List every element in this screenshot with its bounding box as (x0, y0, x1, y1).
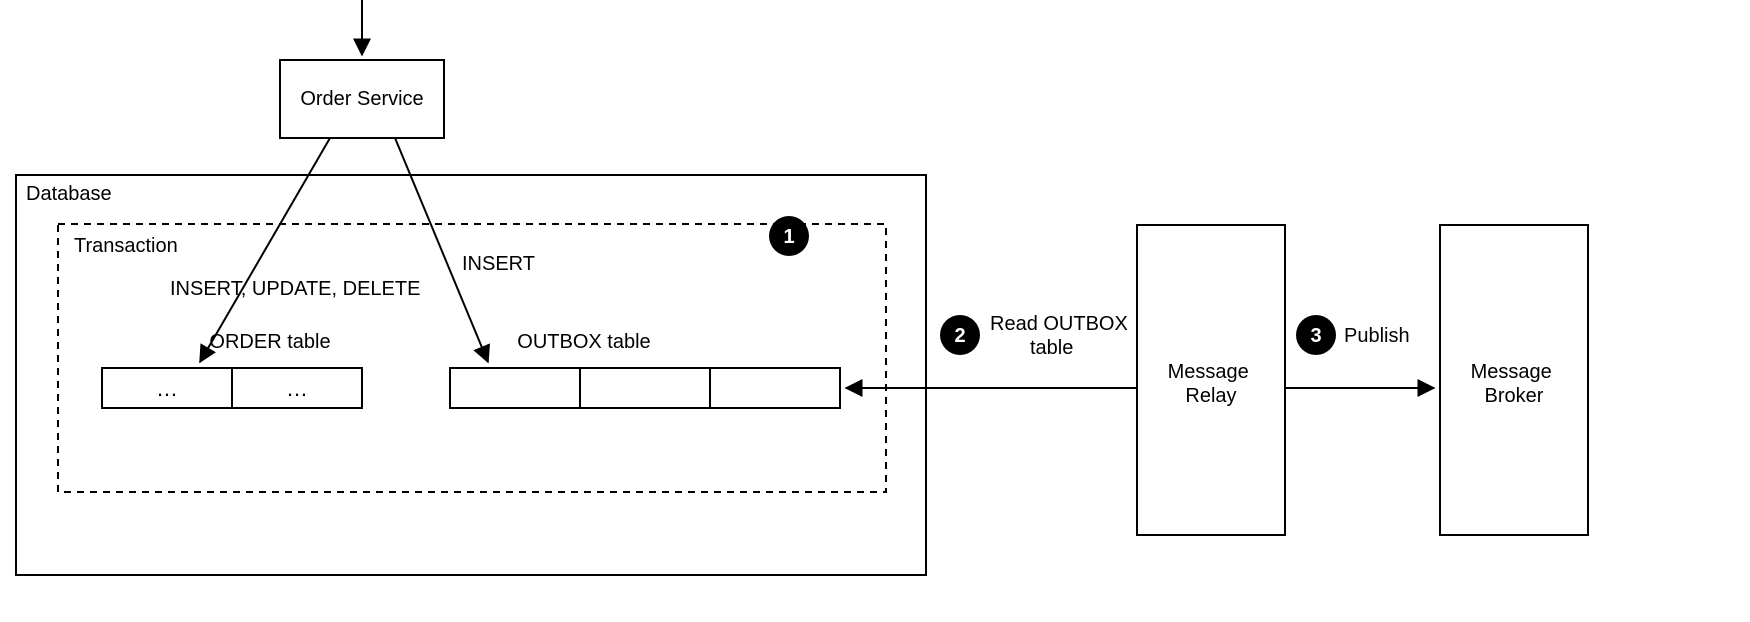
insert-update-delete-label: INSERT, UPDATE, DELETE (170, 278, 420, 300)
order-table-cell-1: … (156, 376, 178, 401)
step-badge-3: 3 (1296, 315, 1336, 355)
svg-text:1: 1 (783, 226, 794, 248)
order-service-label: Order Service (300, 88, 423, 110)
svg-text:3: 3 (1310, 325, 1321, 347)
arrow-to-outbox-table (395, 138, 488, 362)
transaction-label: Transaction (74, 235, 178, 257)
arrow-to-order-table (200, 138, 330, 362)
outbox-table (450, 368, 840, 408)
order-table-label: ORDER table (209, 331, 330, 353)
step-badge-2: 2 (940, 315, 980, 355)
insert-label: INSERT (462, 253, 535, 275)
step-badge-1: 1 (769, 216, 809, 256)
outbox-diagram: Order Service Database Transaction INSER… (0, 0, 1750, 622)
order-table: … … (102, 368, 362, 408)
message-broker-box: Message Broker (1440, 225, 1588, 535)
order-service-box: Order Service (280, 60, 444, 138)
outbox-table-label: OUTBOX table (517, 331, 650, 353)
publish-label: Publish (1344, 325, 1410, 347)
svg-text:2: 2 (954, 325, 965, 347)
read-outbox-label: Read OUTBOX table (990, 313, 1133, 359)
message-relay-box: Message Relay (1137, 225, 1285, 535)
database-label: Database (26, 183, 112, 205)
order-table-cell-2: … (286, 376, 308, 401)
